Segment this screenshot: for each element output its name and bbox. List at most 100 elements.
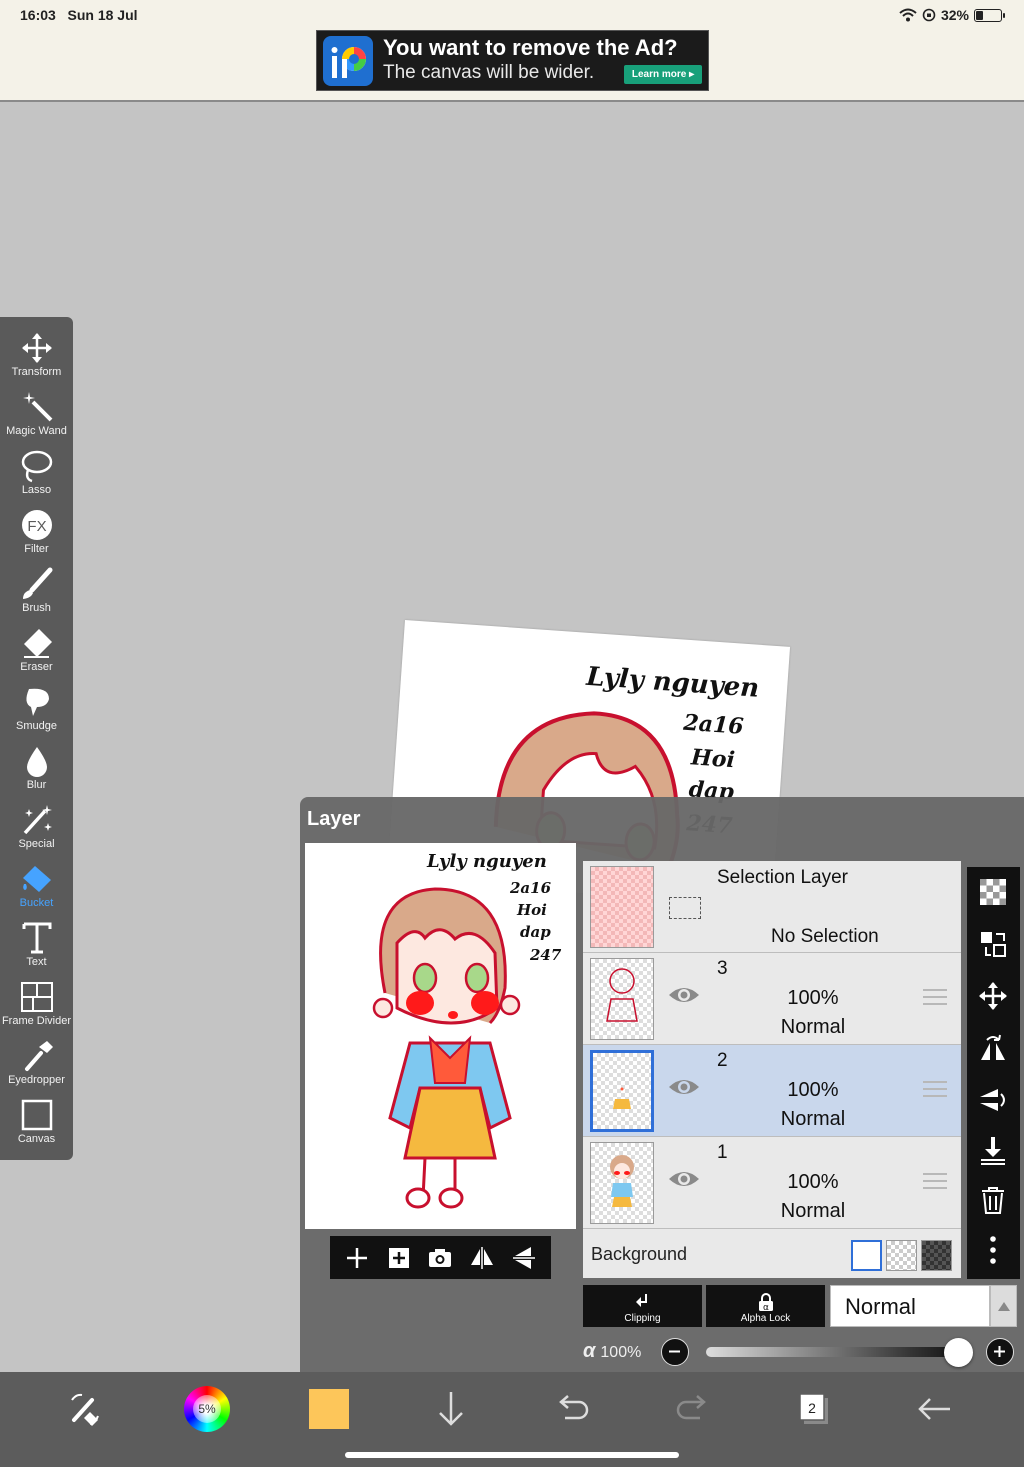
background-layer-row[interactable]: Background [583,1231,961,1278]
tool-bucket[interactable]: Bucket [0,856,73,914]
move-arrows-icon [21,333,52,363]
visibility-eye-icon[interactable] [667,983,701,1007]
tool-transform[interactable]: Transform [0,325,73,383]
signature-line: 247 [529,946,562,964]
move-arrows-icon[interactable] [978,981,1008,1011]
tool-special[interactable]: Special [0,797,73,855]
text-icon [22,922,51,954]
tool-text[interactable]: Text [0,915,73,973]
back-button[interactable] [912,1386,958,1432]
layers-button[interactable]: 2 [792,1386,838,1432]
tool-label: Brush [22,602,51,614]
trash-icon[interactable] [978,1185,1008,1215]
tool-label: Smudge [16,720,57,732]
opacity-decrease-button[interactable] [661,1338,689,1366]
flip-horizontal-icon[interactable] [469,1245,495,1271]
layer-row-2[interactable]: 2 100% Normal [583,1045,961,1137]
alpha-lock-button[interactable]: α Alpha Lock [706,1285,825,1327]
opacity-increase-button[interactable] [986,1338,1014,1366]
arrow-left-icon [918,1398,950,1420]
clock: 16:03 [20,7,56,23]
background-white-option[interactable] [851,1240,882,1271]
layer-actions-bar [967,867,1020,1279]
flip-vertical-icon[interactable] [978,1085,1008,1115]
preview-artwork: Lyly nguyen 2a16 Hoi dap 247 [372,851,562,1209]
tool-label: Eraser [20,661,53,673]
opacity-value: 100% [600,1344,642,1361]
eye [412,962,438,994]
drag-handle-icon[interactable] [923,989,947,1007]
tool-switch-button[interactable] [62,1386,108,1432]
redo-button[interactable] [670,1386,716,1432]
visibility-eye-icon[interactable] [667,1075,701,1099]
tool-label: Bucket [19,897,54,909]
tool-lasso[interactable]: Lasso [0,443,73,501]
color-wheel-button[interactable]: 5% [184,1386,230,1432]
merge-down-icon[interactable] [978,1135,1008,1165]
tool-label: Eyedropper [8,1074,65,1086]
tool-magic-wand[interactable]: Magic Wand [0,384,73,442]
special-wand-icon [23,805,52,835]
lasso-icon [21,450,52,483]
layer-panel: Layer Lyly nguyen 2a16 Hoi dap 247 Selec… [300,797,1024,1372]
opacity-slider-knob[interactable] [944,1338,973,1367]
tool-canvas[interactable]: Canvas [0,1092,73,1150]
ad-banner[interactable]: You want to remove the Ad? The canvas wi… [316,30,709,91]
blend-mode-select[interactable]: Normal [830,1285,990,1327]
add-layer-icon[interactable] [344,1245,370,1271]
layer-preview: Lyly nguyen 2a16 Hoi dap 247 [305,843,576,1229]
drag-handle-icon[interactable] [923,1173,947,1191]
signature-line: 2a16 [682,710,745,740]
add-layer-copy-icon[interactable] [386,1245,412,1271]
tool-label: Lasso [21,484,52,496]
clipping-button[interactable]: Clipping [583,1285,702,1327]
ad-subtitle: The canvas will be wider. [383,62,595,83]
tool-eraser[interactable]: Eraser [0,620,73,678]
alpha-symbol: α [583,1340,596,1362]
tool-eyedropper[interactable]: Eyedropper [0,1033,73,1091]
selection-layer-row[interactable]: Selection Layer No Selection [583,861,961,953]
camera-icon[interactable] [427,1245,453,1271]
date: Sun 18 Jul [67,7,138,23]
tool-label: Canvas [17,1133,56,1145]
background-transparent-option[interactable] [886,1240,917,1271]
tool-filter[interactable]: FX Filter [0,502,73,560]
opacity-label: α 100% [583,1340,641,1363]
download-button[interactable] [428,1386,474,1432]
status-indicators: 32% [899,7,1005,23]
eye [464,962,490,994]
layer-row-1[interactable]: 1 100% Normal [583,1137,961,1229]
opacity-slider[interactable] [706,1347,964,1357]
drag-handle-icon[interactable] [923,1081,947,1099]
skirt [403,1086,497,1160]
tool-blur[interactable]: Blur [0,738,73,796]
smudge-icon [25,688,49,716]
shoe [438,1187,464,1209]
ibispaint-logo-icon [323,36,373,86]
layer-thumbnail [590,1050,654,1132]
tool-brush[interactable]: Brush [0,561,73,619]
tool-label: Text [26,956,47,968]
arrow-down-icon [439,1392,463,1426]
current-color-swatch[interactable] [309,1389,349,1429]
background-dark-option[interactable] [921,1240,952,1271]
tool-smudge[interactable]: Smudge [0,679,73,737]
layer-preview-toolbar [330,1236,551,1279]
flip-vertical-icon[interactable] [511,1245,537,1271]
layer-row-3[interactable]: 3 100% Normal [583,953,961,1045]
transparency-checker-icon[interactable] [978,877,1008,907]
layer-number: 3 [717,958,728,979]
blend-mode-arrow-icon[interactable] [990,1285,1017,1327]
wifi-icon [899,8,917,22]
visibility-eye-icon[interactable] [667,1167,701,1191]
learn-more-button[interactable]: Learn more ▸ [624,65,702,84]
more-options-icon[interactable] [978,1235,1008,1265]
layer-number: 2 [717,1050,728,1071]
tool-frame-divider[interactable]: Frame Divider [0,974,73,1032]
signature-line: dap [520,923,551,941]
undo-button[interactable] [549,1386,595,1432]
redo-icon [676,1395,706,1420]
signature-line: Hoi [516,901,547,919]
layer-transform-icon[interactable] [978,929,1008,959]
flip-horizontal-icon[interactable] [978,1033,1008,1063]
